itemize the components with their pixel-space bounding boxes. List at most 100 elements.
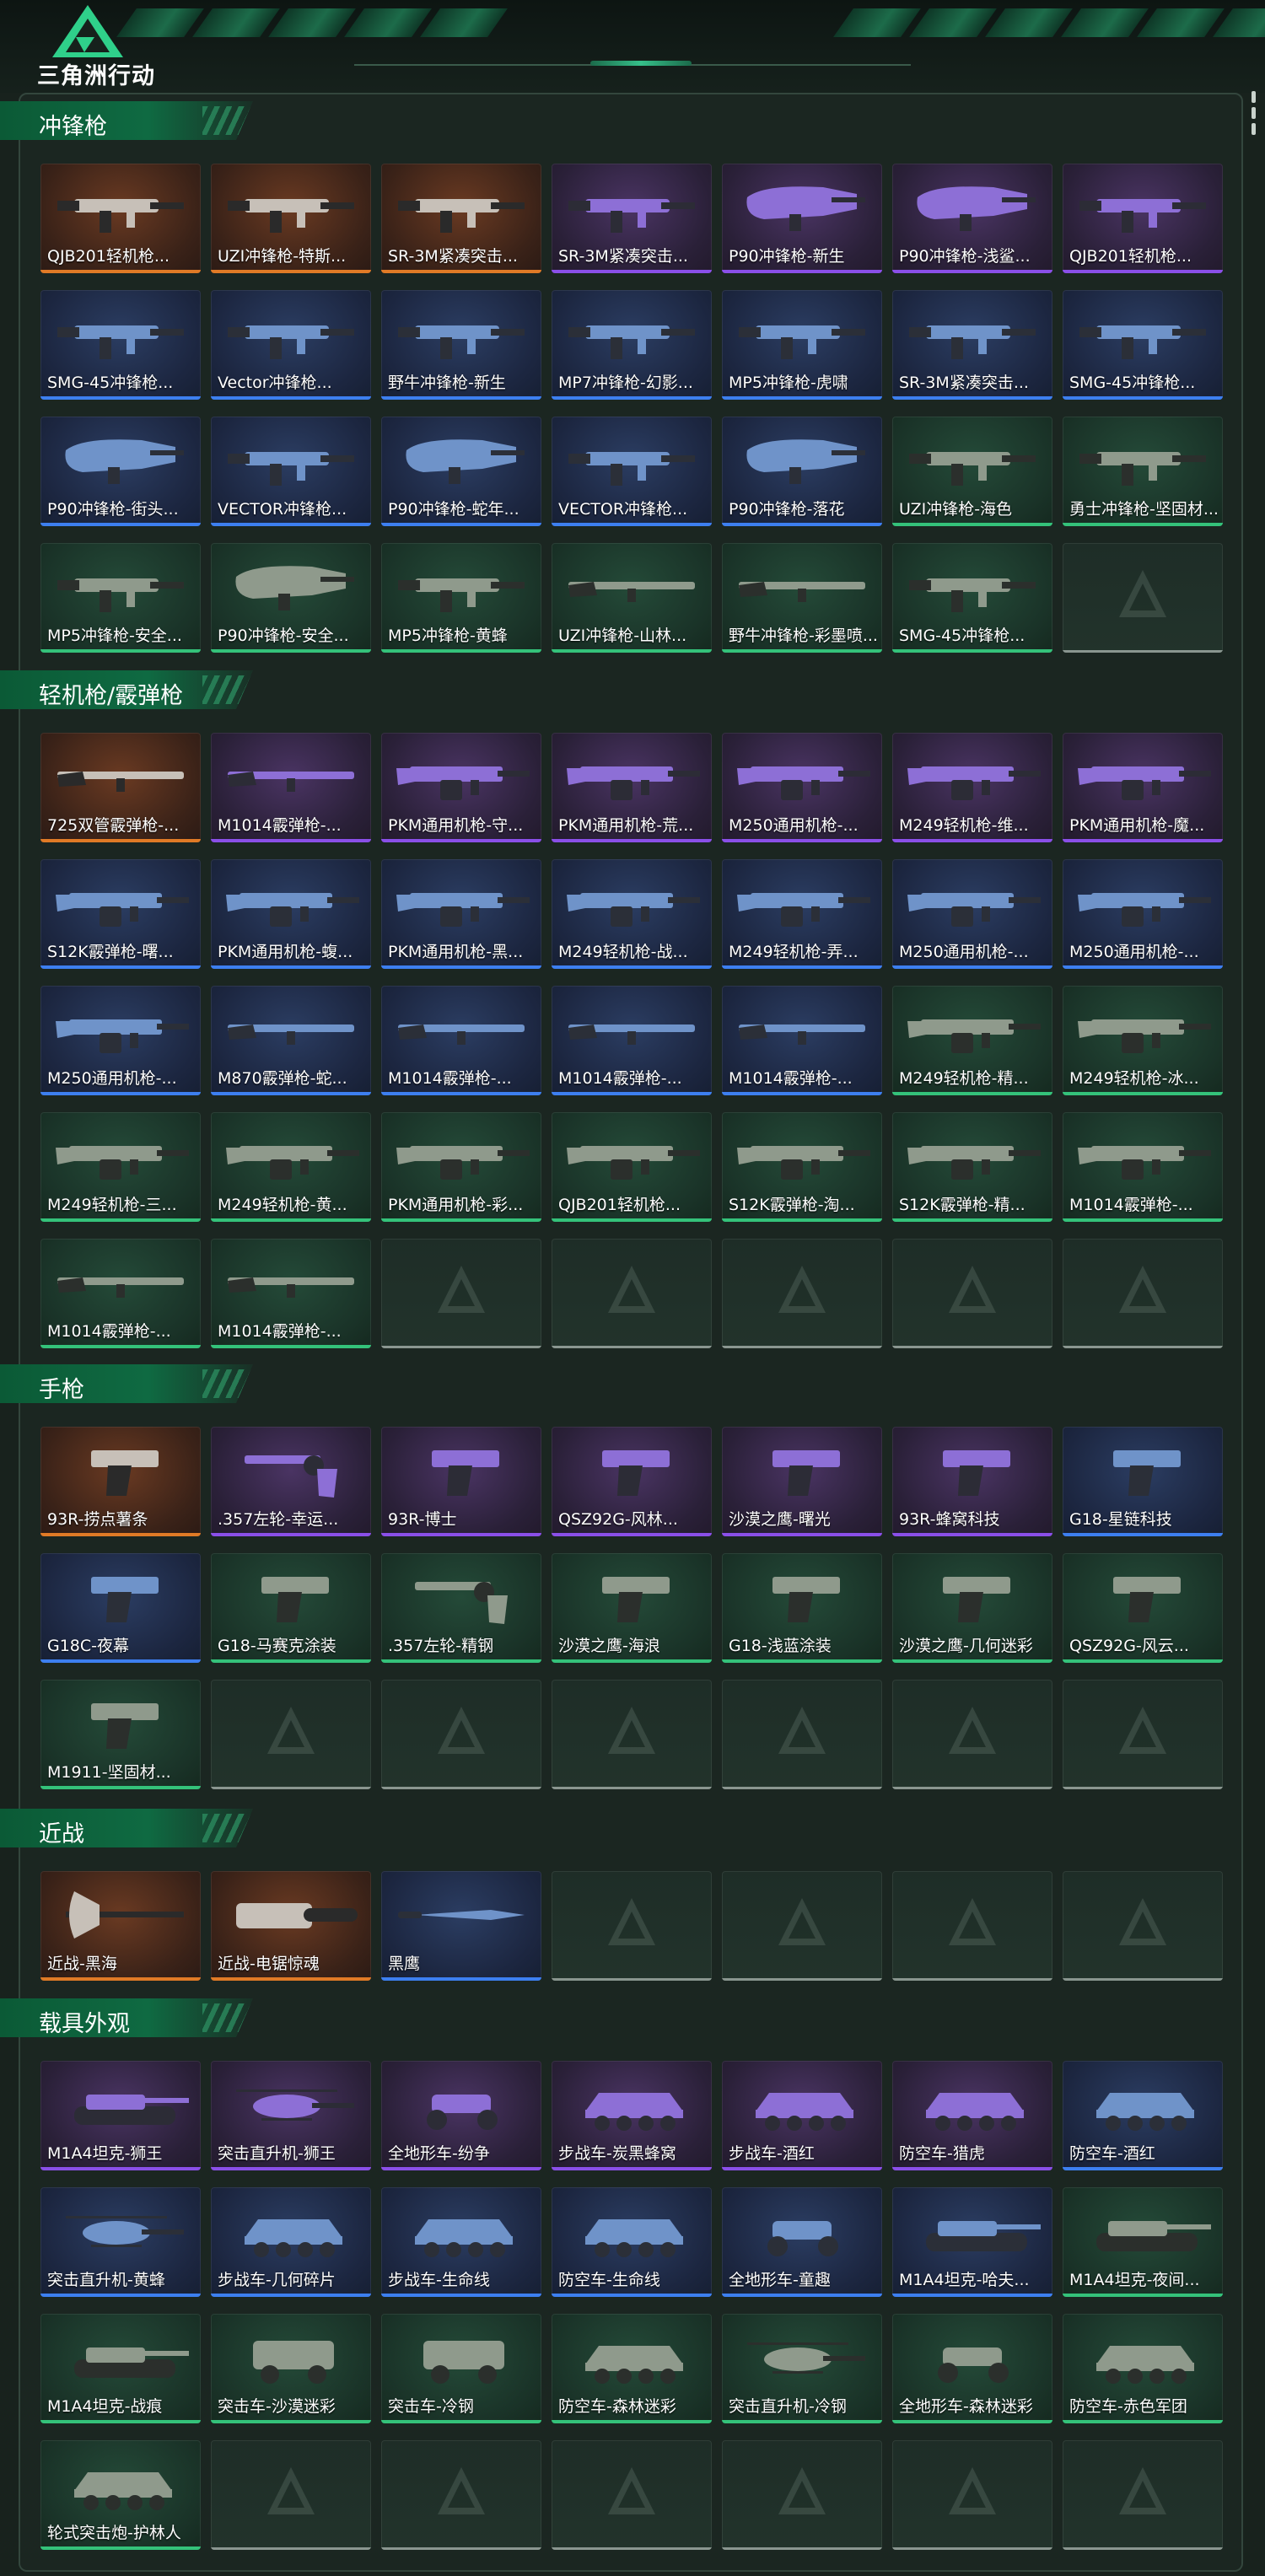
- skin-card[interactable]: M1911-坚固材...: [40, 1680, 201, 1789]
- skin-card[interactable]: QJB201轻机枪...: [1063, 164, 1223, 273]
- skin-card[interactable]: M870霰弹枪-蛇...: [211, 986, 371, 1095]
- skin-card[interactable]: G18-星链科技: [1063, 1427, 1223, 1536]
- skin-card[interactable]: PKM通用机枪-蝮...: [211, 859, 371, 969]
- skin-card[interactable]: UZI冲锋枪-山林...: [552, 543, 712, 653]
- skin-card[interactable]: MP5冲锋枪-安全...: [40, 543, 201, 653]
- skin-card[interactable]: M1014霰弹枪-...: [552, 986, 712, 1095]
- skin-card[interactable]: M250通用机枪-...: [40, 986, 201, 1095]
- skin-card[interactable]: 近战-电锯惊魂: [211, 1871, 371, 1981]
- skin-card[interactable]: 轮式突击炮-护林人: [40, 2440, 201, 2550]
- skin-card[interactable]: M1A4坦克-夜间...: [1063, 2187, 1223, 2297]
- skin-card[interactable]: MP5冲锋枪-黄蜂: [381, 543, 541, 653]
- skin-card[interactable]: 突击车-沙漠迷彩: [211, 2314, 371, 2423]
- skin-card[interactable]: UZI冲锋枪-特斯...: [211, 164, 371, 273]
- skin-card[interactable]: SMG-45冲锋枪...: [1063, 290, 1223, 400]
- skin-card[interactable]: Vector冲锋枪...: [211, 290, 371, 400]
- skin-card[interactable]: S12K霰弹枪-淘...: [722, 1112, 882, 1222]
- skin-card[interactable]: 突击直升机-黄蜂: [40, 2187, 201, 2297]
- skin-card[interactable]: M249轻机枪-弄...: [722, 859, 882, 969]
- skin-card[interactable]: 防空车-猎虎: [892, 2061, 1052, 2170]
- skin-card[interactable]: 沙漠之鹰-曙光: [722, 1427, 882, 1536]
- skin-card[interactable]: M1014霰弹枪-...: [211, 1239, 371, 1348]
- skin-card[interactable]: M250通用机枪-...: [1063, 859, 1223, 969]
- skin-card[interactable]: M1014霰弹枪-...: [211, 733, 371, 842]
- skin-card[interactable]: SR-3M紧凑突击...: [381, 164, 541, 273]
- skin-card[interactable]: PKM通用机枪-黑...: [381, 859, 541, 969]
- skin-card[interactable]: 全地形车-森林迷彩: [892, 2314, 1052, 2423]
- skin-card[interactable]: VECTOR冲锋枪...: [211, 417, 371, 526]
- scrollbar[interactable]: [1252, 91, 1256, 152]
- skin-card[interactable]: M249轻机枪-维...: [892, 733, 1052, 842]
- skin-card[interactable]: 步战车-酒红: [722, 2061, 882, 2170]
- skin-card[interactable]: M249轻机枪-三...: [40, 1112, 201, 1222]
- skin-card[interactable]: P90冲锋枪-浅鲨...: [892, 164, 1052, 273]
- skin-card[interactable]: 沙漠之鹰-几何迷彩: [892, 1553, 1052, 1663]
- skin-card[interactable]: M1A4坦克-哈夫...: [892, 2187, 1052, 2297]
- skin-card[interactable]: M1014霰弹枪-...: [1063, 1112, 1223, 1222]
- skin-card[interactable]: 防空车-森林迷彩: [552, 2314, 712, 2423]
- skin-card[interactable]: 沙漠之鹰-海浪: [552, 1553, 712, 1663]
- skin-card[interactable]: SMG-45冲锋枪...: [892, 543, 1052, 653]
- skin-card[interactable]: 防空车-赤色军团: [1063, 2314, 1223, 2423]
- skin-card[interactable]: QJB201轻机枪...: [552, 1112, 712, 1222]
- skin-card[interactable]: PKM通用机枪-魔...: [1063, 733, 1223, 842]
- skin-card[interactable]: S12K霰弹枪-精...: [892, 1112, 1052, 1222]
- skin-card[interactable]: 突击直升机-狮王: [211, 2061, 371, 2170]
- skin-card[interactable]: 野牛冲锋枪-新生: [381, 290, 541, 400]
- skin-card[interactable]: M250通用机枪-...: [722, 733, 882, 842]
- skin-card[interactable]: P90冲锋枪-新生: [722, 164, 882, 273]
- skin-card[interactable]: QSZ92G-风云...: [1063, 1553, 1223, 1663]
- skin-card[interactable]: M249轻机枪-冰...: [1063, 986, 1223, 1095]
- skin-card[interactable]: G18C-夜幕: [40, 1553, 201, 1663]
- skin-card[interactable]: P90冲锋枪-安全...: [211, 543, 371, 653]
- skin-card[interactable]: 黑鹰: [381, 1871, 541, 1981]
- skin-card[interactable]: 防空车-酒红: [1063, 2061, 1223, 2170]
- skin-card[interactable]: QSZ92G-风林...: [552, 1427, 712, 1536]
- skin-card[interactable]: P90冲锋枪-街头...: [40, 417, 201, 526]
- skin-card[interactable]: P90冲锋枪-蛇年...: [381, 417, 541, 526]
- skin-card[interactable]: 勇士冲锋枪-坚固材...: [1063, 417, 1223, 526]
- skin-card[interactable]: M249轻机枪-战...: [552, 859, 712, 969]
- skin-card[interactable]: 725双管霰弹枪-...: [40, 733, 201, 842]
- skin-card[interactable]: 防空车-生命线: [552, 2187, 712, 2297]
- skin-card[interactable]: .357左轮-精钢: [381, 1553, 541, 1663]
- skin-card[interactable]: PKM通用机枪-守...: [381, 733, 541, 842]
- skin-card[interactable]: 93R-蜂窝科技: [892, 1427, 1052, 1536]
- skin-card[interactable]: .357左轮-幸运...: [211, 1427, 371, 1536]
- skin-card[interactable]: 全地形车-童趣: [722, 2187, 882, 2297]
- skin-card[interactable]: 步战车-生命线: [381, 2187, 541, 2297]
- skin-grid: 725双管霰弹枪-... M1014霰弹枪-... PKM通用机枪-守... PKM通…: [40, 733, 1223, 1348]
- skin-card[interactable]: 93R-捞点薯条: [40, 1427, 201, 1536]
- skin-card[interactable]: MP5冲锋枪-虎啸: [722, 290, 882, 400]
- skin-card[interactable]: G18-马赛克涂装: [211, 1553, 371, 1663]
- skin-card[interactable]: M1014霰弹枪-...: [40, 1239, 201, 1348]
- skin-card[interactable]: 全地形车-纷争: [381, 2061, 541, 2170]
- skin-card[interactable]: QJB201轻机枪...: [40, 164, 201, 273]
- skin-card[interactable]: VECTOR冲锋枪...: [552, 417, 712, 526]
- skin-card[interactable]: UZI冲锋枪-海色: [892, 417, 1052, 526]
- skin-card[interactable]: 突击车-冷钢: [381, 2314, 541, 2423]
- skin-card[interactable]: S12K霰弹枪-曙...: [40, 859, 201, 969]
- skin-card[interactable]: 步战车-几何碎片: [211, 2187, 371, 2297]
- skin-card[interactable]: SR-3M紧凑突击...: [552, 164, 712, 273]
- skin-card[interactable]: SMG-45冲锋枪...: [40, 290, 201, 400]
- skin-card[interactable]: M1014霰弹枪-...: [722, 986, 882, 1095]
- skin-name: UZI冲锋枪-特斯...: [218, 247, 347, 266]
- skin-card[interactable]: PKM通用机枪-彩...: [381, 1112, 541, 1222]
- skin-card[interactable]: M250通用机枪-...: [892, 859, 1052, 969]
- skin-card[interactable]: MP7冲锋枪-幻影...: [552, 290, 712, 400]
- skin-card[interactable]: 步战车-炭黑蜂窝: [552, 2061, 712, 2170]
- skin-card[interactable]: 野牛冲锋枪-彩墨喷...: [722, 543, 882, 653]
- skin-card[interactable]: PKM通用机枪-荒...: [552, 733, 712, 842]
- skin-card[interactable]: 近战-黑海: [40, 1871, 201, 1981]
- skin-card[interactable]: SR-3M紧凑突击...: [892, 290, 1052, 400]
- skin-card[interactable]: P90冲锋枪-落花: [722, 417, 882, 526]
- skin-card[interactable]: M249轻机枪-精...: [892, 986, 1052, 1095]
- skin-card[interactable]: M249轻机枪-黄...: [211, 1112, 371, 1222]
- skin-card[interactable]: 突击直升机-冷钢: [722, 2314, 882, 2423]
- skin-card[interactable]: 93R-博士: [381, 1427, 541, 1536]
- skin-card[interactable]: M1A4坦克-狮王: [40, 2061, 201, 2170]
- skin-card[interactable]: M1A4坦克-战痕: [40, 2314, 201, 2423]
- skin-card[interactable]: M1014霰弹枪-...: [381, 986, 541, 1095]
- skin-card[interactable]: G18-浅蓝涂装: [722, 1553, 882, 1663]
